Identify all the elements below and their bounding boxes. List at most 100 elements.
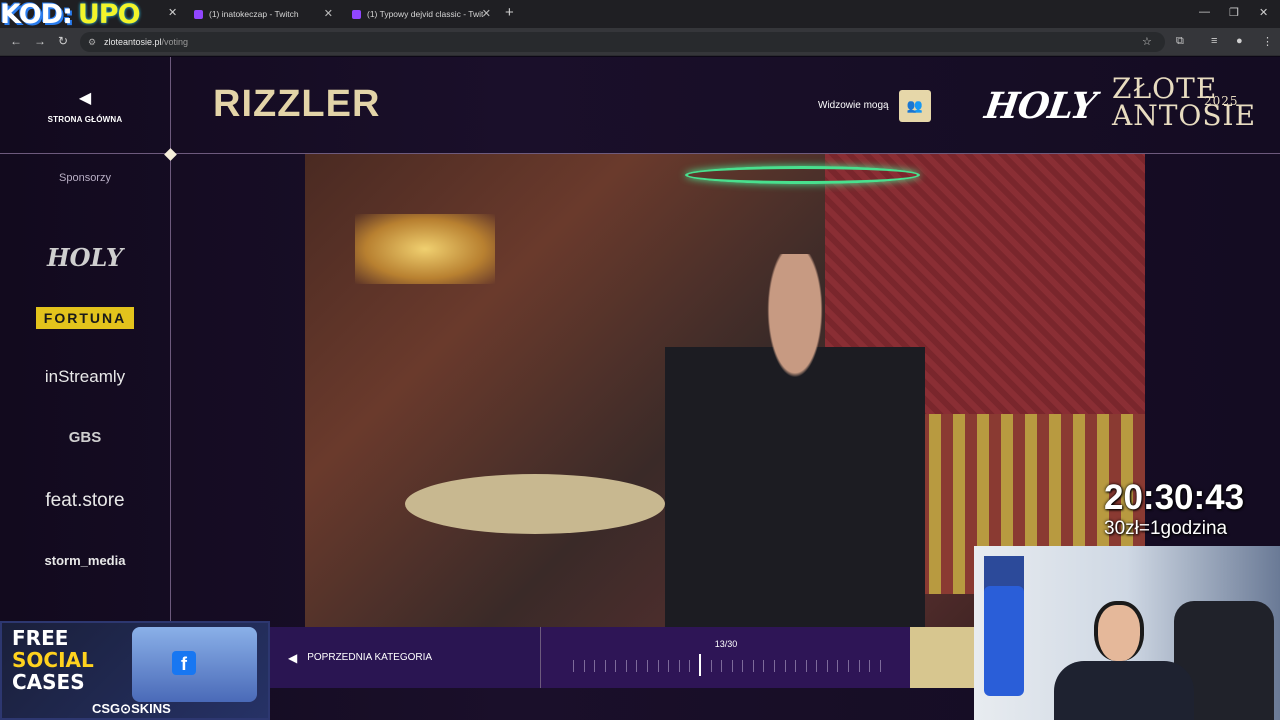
- sponsors-sidebar: Sponsorzy HOLY FORTUNA inStreamly GBS fe…: [0, 155, 170, 625]
- new-tab-icon[interactable]: +: [505, 4, 514, 21]
- progress-tick: [615, 660, 617, 672]
- progress-tick: [805, 660, 807, 672]
- progress-tick: [784, 660, 786, 672]
- minimize-icon[interactable]: —: [1199, 6, 1210, 18]
- csgoskins-ad: FREE SOCIAL CASES f CSG⊙SKINS: [0, 621, 270, 720]
- ad-line2: SOCIAL: [12, 648, 94, 672]
- progress-tick: [731, 660, 733, 672]
- ad-line3: CASES: [12, 670, 85, 694]
- window-close-icon[interactable]: ✕: [1259, 6, 1268, 19]
- ad-line1: FREE: [12, 626, 69, 650]
- arrow-left-icon: ◀: [288, 650, 298, 665]
- progress-tick: [848, 660, 850, 672]
- category-title: RIZZLER: [213, 83, 381, 125]
- progress-tick: [689, 660, 691, 672]
- sponsor-gbs[interactable]: GBS: [0, 429, 170, 446]
- category-navigation: ◀ POPRZEDNIA KATEGORIA 13/30: [270, 627, 974, 688]
- twitch-icon: [352, 9, 361, 19]
- progress-tick: [837, 660, 839, 672]
- progress-tick: [710, 660, 712, 672]
- progress-tick: [742, 660, 744, 672]
- divider-vertical: [170, 57, 171, 627]
- zlote-antosie-logo: ZŁOTE ANTOSIE 2025: [1112, 75, 1256, 130]
- page-header: ◀ STRONA GŁÓWNA RIZZLER Widzowie mogą 👥 …: [0, 57, 1280, 154]
- next-category-button[interactable]: [910, 627, 974, 688]
- video-table: [405, 474, 665, 534]
- category-progress: 13/30: [540, 627, 910, 688]
- holy-logo: HOLY: [982, 85, 1099, 127]
- stream-timer: 20:30:43: [1104, 478, 1245, 517]
- users-group-icon: 👥: [906, 98, 924, 113]
- url-path: /voting: [161, 37, 189, 47]
- close-icon[interactable]: ✕: [482, 7, 491, 20]
- progress-ticks: [573, 660, 881, 672]
- profile-avatar-icon[interactable]: ●: [1236, 35, 1243, 47]
- progress-tick: [583, 660, 585, 672]
- tab-label: (1) inatokeczap - Twitch: [209, 9, 299, 19]
- tab-label: (1) Typowy dejvid classic - Twit: [367, 9, 484, 19]
- home-link[interactable]: ◀ STRONA GŁÓWNA: [40, 90, 130, 125]
- progress-tick: [668, 660, 670, 672]
- sponsors-heading: Sponsorzy: [59, 172, 111, 184]
- previous-category-label: POPRZEDNIA KATEGORIA: [307, 652, 433, 663]
- progress-tick: [625, 660, 627, 672]
- progress-tick: [594, 660, 596, 672]
- video-neon-light: [685, 166, 920, 184]
- progress-tick: [879, 660, 881, 672]
- progress-tick: [826, 660, 828, 672]
- forward-icon[interactable]: →: [34, 34, 46, 48]
- progress-tick: [647, 660, 649, 672]
- site-info-icon[interactable]: ⚙: [88, 32, 96, 52]
- progress-tick: [763, 660, 765, 672]
- back-icon[interactable]: ←: [10, 34, 22, 48]
- webcam-streamer-head: [1094, 601, 1144, 661]
- home-label: STRONA GŁÓWNA: [47, 115, 123, 124]
- progress-tick: [678, 660, 680, 672]
- sponsor-storm-media[interactable]: storm_media: [0, 553, 170, 568]
- progress-tick: [636, 660, 638, 672]
- address-bar[interactable]: ⚙ zloteantosie.pl/voting: [80, 32, 1165, 52]
- bookmark-star-icon[interactable]: ☆: [1142, 35, 1152, 48]
- progress-tick: [573, 660, 574, 672]
- browser-tabbar: KOD: UPO ✕ (1) inatokeczap - Twitch ✕ (1)…: [0, 0, 1280, 30]
- webcam-streamer-body: [1054, 661, 1194, 720]
- logo-year: 2025: [1204, 94, 1239, 108]
- tab-typowy-dejvid[interactable]: (1) Typowy dejvid classic - Twit ✕: [344, 3, 499, 25]
- progress-tick: [604, 660, 606, 672]
- viewers-vote-button[interactable]: 👥: [899, 90, 931, 122]
- stream-banner: KOD: UPO: [0, 0, 170, 30]
- url-host: zloteantosie.pl: [104, 37, 162, 47]
- banner-right-text: UPO: [77, 0, 141, 30]
- sponsor-fortuna-label: FORTUNA: [35, 307, 135, 329]
- progress-tick: [721, 660, 723, 672]
- facebook-icon: f: [172, 651, 196, 675]
- reload-icon[interactable]: ↻: [58, 34, 68, 48]
- screen: KOD: UPO ✕ (1) inatokeczap - Twitch ✕ (1)…: [0, 0, 1280, 720]
- sponsor-instreamly[interactable]: inStreamly: [0, 367, 170, 387]
- progress-tick: [773, 660, 775, 672]
- video-lamp: [355, 214, 495, 284]
- webcam-chair: [984, 586, 1024, 696]
- previous-category-button[interactable]: ◀ POPRZEDNIA KATEGORIA: [270, 627, 540, 688]
- tab-inatokeczap[interactable]: (1) inatokeczap - Twitch ✕: [186, 3, 341, 25]
- sponsor-holy[interactable]: HOLY: [0, 243, 170, 272]
- restore-icon[interactable]: ❐: [1229, 6, 1239, 19]
- browser-toolbar: ← → ↻ ⚙ zloteantosie.pl/voting ☆ ⧉ ≡ ● ⋮: [0, 28, 1280, 56]
- progress-tick: [657, 660, 659, 672]
- ad-brand: CSG⊙SKINS: [92, 701, 171, 716]
- arrow-left-icon: ◀: [78, 90, 92, 107]
- ad-headline: FREE SOCIAL CASES: [12, 627, 94, 693]
- video-person: [665, 254, 925, 627]
- menu-kebab-icon[interactable]: ⋮: [1262, 35, 1273, 48]
- sponsor-fortuna[interactable]: FORTUNA: [0, 307, 170, 329]
- media-control-icon[interactable]: ≡: [1211, 35, 1217, 47]
- webcam-feed: [974, 546, 1280, 720]
- close-icon[interactable]: ✕: [324, 7, 333, 20]
- progress-tick: [752, 660, 754, 672]
- banner-left-text: KOD:: [0, 0, 73, 30]
- sponsor-featstore[interactable]: feat.store: [0, 490, 170, 512]
- twitch-icon: [194, 9, 203, 19]
- tab-close-icon[interactable]: ✕: [168, 6, 177, 19]
- extensions-icon[interactable]: ⧉: [1176, 35, 1184, 48]
- stream-rate: 30zł=1godzina: [1104, 518, 1228, 539]
